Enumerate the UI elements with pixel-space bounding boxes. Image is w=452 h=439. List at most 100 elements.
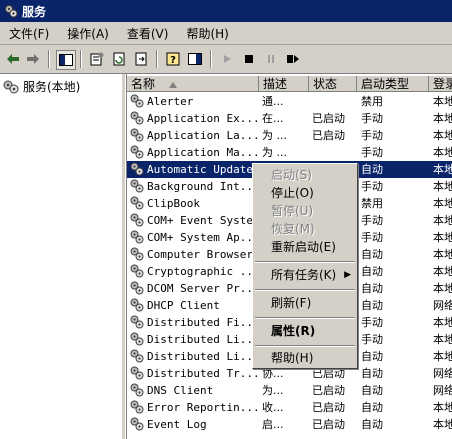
service-gear-icon	[130, 264, 144, 281]
service-name: COM+ System Ap...	[147, 231, 259, 244]
service-logon: 本地	[433, 418, 452, 431]
service-gear-icon	[130, 400, 144, 417]
help-toolbar-button[interactable]: ?	[164, 50, 182, 68]
services-gear-icon	[3, 80, 19, 93]
toolbar-separator	[80, 50, 82, 68]
menu-help[interactable]: 帮助(H)	[177, 25, 237, 42]
show-hide-tree-button[interactable]	[56, 50, 76, 70]
service-gear-icon	[130, 196, 144, 213]
service-startup-type: 自动	[361, 163, 383, 176]
forward-button[interactable]	[24, 50, 42, 68]
service-logon: 本地	[433, 231, 452, 244]
table-row[interactable]: Error Reportin...收... 已启动 自动 本地	[127, 399, 452, 416]
column-header-status[interactable]: 状态	[309, 76, 357, 92]
menu-item-restart[interactable]: 重新启动(E)	[253, 239, 357, 256]
menu-item-start[interactable]: 启动(S)	[253, 167, 357, 184]
start-service-button[interactable]	[218, 50, 236, 68]
service-gear-icon	[130, 383, 144, 400]
action-pane-icon	[188, 53, 202, 65]
service-logon: 本地	[433, 333, 452, 346]
column-header-logon[interactable]: 登录	[429, 76, 452, 92]
export-list-button[interactable]	[132, 50, 150, 68]
column-header-startup-type[interactable]: 启动类型	[357, 76, 429, 92]
service-startup-type: 自动	[361, 384, 383, 397]
sort-ascending-icon	[168, 82, 177, 88]
service-logon: 本地	[433, 214, 452, 227]
menu-item-stop[interactable]: 停止(O)	[253, 185, 357, 202]
service-status	[312, 144, 356, 161]
menu-item-resume[interactable]: 恢复(M)	[253, 221, 357, 238]
service-logon: 网络	[433, 299, 452, 312]
service-name: Distributed Fi...	[147, 316, 259, 329]
toolbar-separator	[156, 50, 158, 68]
toolbar-separator	[48, 50, 50, 68]
service-name: DHCP Client	[147, 299, 220, 312]
menu-file[interactable]: 文件(F)	[0, 25, 58, 42]
service-startup-type: 手动	[361, 333, 383, 346]
table-row[interactable]: Application Ex...在... 已启动 手动 本地	[127, 110, 452, 127]
service-status: 已启动	[312, 418, 345, 431]
service-startup-type: 自动	[361, 418, 383, 431]
menu-action[interactable]: 操作(A)	[58, 25, 118, 42]
toolbar: ?	[0, 45, 452, 74]
export-list-icon	[135, 52, 147, 66]
table-row[interactable]: Application Ma...为 ... 手动 本地	[127, 144, 452, 161]
service-description: 通...	[262, 95, 284, 108]
service-startup-type: 自动	[361, 401, 383, 414]
service-startup-type: 自动	[361, 299, 383, 312]
console-tree-icon	[59, 54, 73, 66]
service-name: Alerter	[147, 95, 194, 108]
menu-item-properties[interactable]: 属性(R)	[253, 323, 357, 340]
column-header-description[interactable]: 描述	[259, 76, 309, 92]
menu-item-all-tasks[interactable]: 所有任务(K) ▶	[253, 267, 357, 284]
window-title: 服务	[22, 4, 47, 19]
service-logon: 本地	[433, 163, 452, 176]
table-row[interactable]: Alerter 通... 禁用 本地	[127, 93, 452, 110]
refresh-toolbar-button[interactable]	[110, 50, 128, 68]
service-description: 在...	[262, 112, 284, 125]
service-name: Application Ma...	[147, 146, 259, 159]
stop-icon	[245, 55, 253, 63]
service-logon: 本地	[433, 248, 452, 261]
submenu-arrow-icon: ▶	[344, 270, 351, 280]
stop-service-button[interactable]	[240, 50, 258, 68]
back-button[interactable]	[4, 50, 22, 68]
list-header: 名称 描述 状态 启动类型 登录	[127, 76, 452, 92]
service-startup-type: 手动	[361, 214, 383, 227]
menu-item-pause[interactable]: 暂停(U)	[253, 203, 357, 220]
table-row[interactable]: DNS Client 为... 已启动 自动 网络	[127, 382, 452, 399]
service-gear-icon	[130, 230, 144, 247]
menu-view[interactable]: 查看(V)	[118, 25, 178, 42]
service-status: 已启动	[312, 129, 345, 142]
service-gear-icon	[130, 111, 144, 128]
show-action-pane-button[interactable]	[186, 50, 204, 68]
service-logon: 本地	[433, 197, 452, 210]
service-name: Automatic Updates	[147, 163, 259, 176]
service-gear-icon	[130, 315, 144, 332]
service-startup-type: 手动	[361, 146, 383, 159]
column-header-name[interactable]: 名称	[127, 76, 259, 92]
table-row[interactable]: Event Log 启... 已启动 自动 本地	[127, 416, 452, 433]
restart-service-button[interactable]	[284, 50, 302, 68]
menu-bar: 文件(F) 操作(A) 查看(V) 帮助(H)	[0, 22, 452, 45]
service-name: Event Log	[147, 418, 207, 431]
menu-item-refresh[interactable]: 刷新(F)	[253, 295, 357, 312]
refresh-icon	[113, 52, 125, 66]
service-gear-icon	[130, 366, 144, 383]
service-startup-type: 自动	[361, 350, 383, 363]
services-gear-icon	[5, 5, 18, 18]
service-logon: 本地	[433, 401, 452, 414]
properties-toolbar-button[interactable]	[88, 50, 106, 68]
service-startup-type: 手动	[361, 180, 383, 193]
service-startup-type: 禁用	[361, 197, 383, 210]
tree-item-services-local[interactable]: 服务(本地)	[3, 78, 80, 95]
service-name: Cryptographic ...	[147, 265, 259, 278]
service-description: 为...	[262, 384, 284, 397]
service-gear-icon	[130, 247, 144, 264]
service-status: 已启动	[312, 401, 345, 414]
service-startup-type: 手动	[361, 316, 383, 329]
table-row[interactable]: Application La...为 ... 已启动 手动 本地	[127, 127, 452, 144]
menu-item-help[interactable]: 帮助(H)	[253, 350, 357, 367]
tree-item-label: 服务(本地)	[23, 80, 81, 94]
pause-service-button[interactable]	[262, 50, 280, 68]
